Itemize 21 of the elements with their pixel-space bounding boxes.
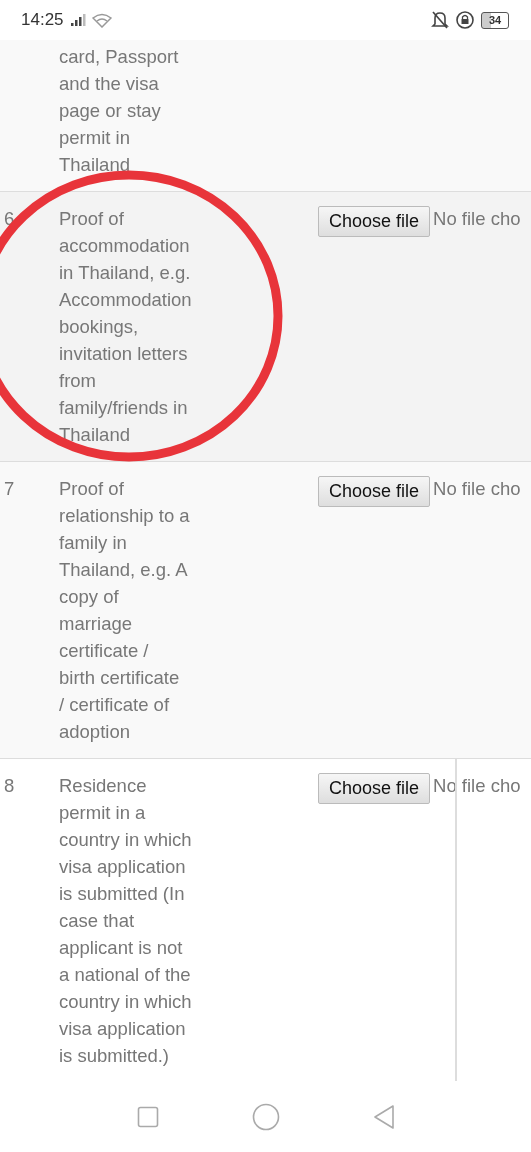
row-number: 8 <box>3 775 15 796</box>
back-nav-icon <box>372 1103 395 1130</box>
row-number: 7 <box>3 478 15 499</box>
wifi-icon <box>91 12 112 28</box>
status-time: 14:25 <box>21 10 64 30</box>
home-nav-icon <box>251 1102 280 1131</box>
rotation-lock-icon <box>455 10 475 30</box>
battery-level: 34 <box>481 11 509 29</box>
document-description: card, Passport and the visa page or stay permit in Thailand <box>59 45 179 177</box>
file-status: No file cho <box>433 774 521 798</box>
square-nav-icon <box>136 1105 159 1128</box>
document-description: Residence permit in a country in which visa application is submitted (In case that applicant is not a national of the country in which visa application is submitted.) <box>59 774 192 1068</box>
muted-bell-icon <box>431 10 449 30</box>
file-status: No file cho <box>433 207 521 231</box>
choose-file-button[interactable]: Choose file <box>318 773 431 804</box>
choose-file-button[interactable]: Choose file <box>318 206 431 237</box>
choose-file-button[interactable]: Choose file <box>318 476 431 507</box>
file-status: No file cho <box>433 477 521 501</box>
signal-icon <box>69 13 86 27</box>
document-description: Proof of relationship to a family in Thailand, e.g. A copy of marriage certificate / birth certificate / certificate of adoption <box>59 477 190 744</box>
document-description: Proof of accommodation in Thailand, e.g. Accommodation bookings, invitation letters from family/friends in Thailand <box>59 207 192 447</box>
